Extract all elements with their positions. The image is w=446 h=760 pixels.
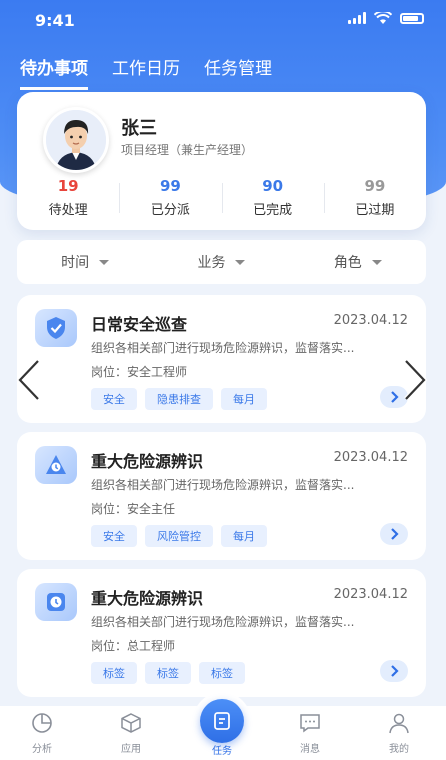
caret-down-icon (99, 259, 110, 265)
cube-icon (121, 713, 141, 733)
tab-calendar[interactable]: 工作日历 (112, 54, 180, 90)
task-tags: 安全 隐患排查 每月 (91, 388, 267, 410)
filter-time[interactable]: 时间 (17, 240, 153, 284)
task-position: 岗位：总工程师 (91, 639, 176, 653)
alert-icon (35, 446, 77, 484)
tag: 安全 (91, 525, 137, 547)
stat-pending[interactable]: 19 待处理 (17, 177, 119, 218)
stat-pending-label: 待处理 (48, 203, 88, 218)
battery-icon (400, 12, 424, 24)
stat-assigned-value: 99 (159, 177, 181, 195)
user-name: 张三 (121, 118, 157, 139)
task-description: 组织各相关部门进行现场危险源辨识，监督落实... (91, 478, 355, 492)
tag: 每月 (221, 388, 267, 410)
chevron-right-icon (391, 528, 399, 540)
task-description: 组织各相关部门进行现场危险源辨识，监督落实... (91, 341, 355, 355)
nav-messages[interactable]: 消息 (280, 712, 340, 755)
tag: 标签 (91, 662, 137, 684)
status-bar: 9:41 (0, 0, 446, 40)
message-icon (300, 714, 320, 733)
caret-down-icon (371, 259, 382, 265)
filter-business-label: 业务 (197, 255, 226, 271)
top-tabs: 待办事项 工作日历 任务管理 (20, 54, 272, 90)
task-description: 组织各相关部门进行现场危险源辨识，监督落实... (91, 615, 355, 629)
chart-icon (32, 713, 52, 733)
task-date: 2023.04.12 (333, 313, 408, 328)
task-position: 岗位：安全主任 (91, 502, 176, 516)
filter-business[interactable]: 业务 (153, 240, 289, 284)
task-tags: 标签 标签 标签 (91, 662, 245, 684)
task-title: 重大危险源辨识 (91, 589, 204, 608)
task-tags: 安全 风险管控 每月 (91, 525, 267, 547)
task-card[interactable]: 日常安全巡查 2023.04.12 组织各相关部门进行现场危险源辨识，监督落实.… (17, 295, 426, 423)
user-icon (389, 713, 409, 734)
avatar[interactable] (43, 107, 109, 173)
filter-bar: 时间 业务 角色 (17, 240, 426, 284)
status-time: 9:41 (35, 11, 75, 30)
avatar-image (46, 110, 106, 170)
filter-role[interactable]: 角色 (290, 240, 426, 284)
task-date: 2023.04.12 (333, 450, 408, 465)
stat-expired-label: 已过期 (355, 203, 395, 218)
nav-analysis-label: 分析 (32, 744, 52, 755)
stat-assigned[interactable]: 99 已分派 (119, 177, 221, 218)
clock-icon (35, 583, 77, 621)
nav-profile-label: 我的 (389, 744, 409, 755)
signal-icon (348, 12, 366, 24)
stat-completed-value: 90 (262, 177, 284, 195)
nav-apps[interactable]: 应用 (101, 712, 161, 755)
tab-todo[interactable]: 待办事项 (20, 54, 88, 90)
nav-apps-label: 应用 (121, 744, 141, 755)
task-title: 重大危险源辨识 (91, 452, 204, 471)
tag: 隐患排查 (145, 388, 213, 410)
nav-profile[interactable]: 我的 (369, 712, 429, 755)
tag: 安全 (91, 388, 137, 410)
nav-messages-label: 消息 (300, 744, 320, 755)
tag: 每月 (221, 525, 267, 547)
nav-analysis[interactable]: 分析 (12, 712, 72, 755)
wifi-icon (374, 12, 392, 24)
stat-completed-label: 已完成 (253, 203, 293, 218)
chevron-right-icon (391, 665, 399, 677)
task-date: 2023.04.12 (333, 587, 408, 602)
nav-tasks-label: 任务 (212, 746, 232, 757)
task-title: 日常安全巡查 (91, 315, 188, 334)
caret-down-icon (235, 259, 246, 265)
stats-row: 19 待处理 99 已分派 90 已完成 99 已过期 (17, 177, 426, 218)
next-arrow-icon[interactable] (400, 358, 430, 402)
open-task-button[interactable] (380, 660, 408, 682)
tag: 风险管控 (145, 525, 213, 547)
stat-expired-value: 99 (364, 177, 386, 195)
shield-icon (35, 309, 77, 347)
task-position: 岗位：安全工程师 (91, 365, 188, 379)
open-task-button[interactable] (380, 523, 408, 545)
chevron-right-icon (391, 391, 399, 403)
task-icon (214, 712, 230, 730)
task-card[interactable]: 重大危险源辨识 2023.04.12 组织各相关部门进行现场危险源辨识，监督落实… (17, 569, 426, 697)
filter-time-label: 时间 (61, 255, 90, 271)
stat-pending-value: 19 (57, 177, 79, 195)
user-role: 项目经理（兼生产经理） (121, 143, 254, 157)
stat-assigned-label: 已分派 (150, 203, 190, 218)
stat-completed[interactable]: 90 已完成 (221, 177, 324, 218)
previous-arrow-icon[interactable] (14, 358, 44, 402)
tab-task-management[interactable]: 任务管理 (204, 54, 272, 90)
tag: 标签 (199, 662, 245, 684)
task-card[interactable]: 重大危险源辨识 2023.04.12 组织各相关部门进行现场危险源辨识，监督落实… (17, 432, 426, 560)
profile-card: 张三 项目经理（兼生产经理） 19 待处理 99 已分派 90 已完成 99 已… (17, 92, 426, 230)
tag: 标签 (145, 662, 191, 684)
filter-role-label: 角色 (333, 255, 362, 271)
stat-expired[interactable]: 99 已过期 (323, 177, 426, 218)
